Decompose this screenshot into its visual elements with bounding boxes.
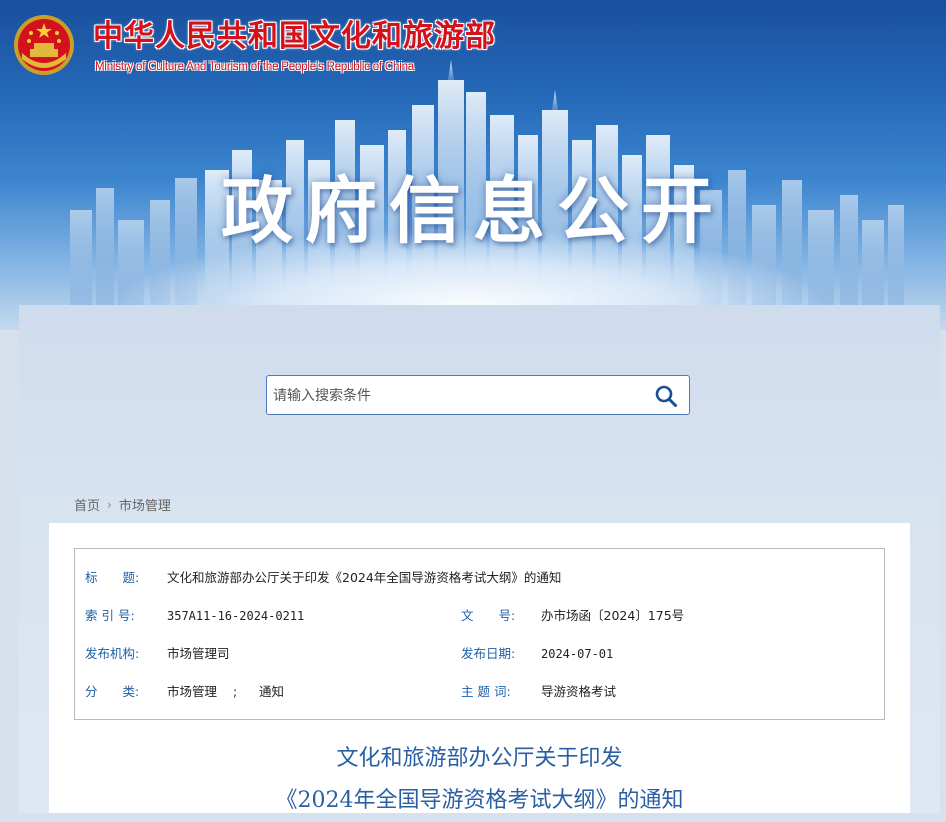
meta-title-value: 文化和旅游部办公厅关于印发《2024年全国导游资格考试大纲》的通知 [167, 570, 562, 585]
meta-org-label: 发布机构: [85, 646, 140, 661]
meta-org-value: 市场管理司 [167, 646, 230, 661]
meta-category-label: 分 类: [85, 684, 140, 699]
meta-row-org: 发布机构: 市场管理司 发布日期: 2024-07-01 [75, 644, 884, 664]
meta-title-label: 标 题: [85, 570, 140, 585]
meta-row-index: 索 引 号: 357A11-16-2024-0211 文 号: 办市场函〔202… [75, 606, 884, 626]
meta-date-value: 2024-07-01 [541, 647, 614, 661]
meta-category-value-2: 通知 [259, 684, 285, 699]
document-title-line-2: 《2024年全国导游资格考试大纲》的通知 [275, 788, 684, 813]
breadcrumb: 首页 › 市场管理 [74, 495, 171, 515]
search-button[interactable] [651, 381, 681, 411]
national-emblem-icon [14, 15, 74, 75]
meta-index-label: 索 引 号: [85, 608, 135, 623]
site-subtitle-en: Ministry of Culture And Tourism of the P… [95, 61, 414, 73]
meta-topic-value: 导游资格考试 [541, 684, 617, 699]
meta-docno-label: 文 号: [461, 608, 516, 623]
meta-row-category: 分 类: 市场管理 ; 通知 主 题 词: 导游资格考试 [75, 682, 884, 702]
meta-category-separator: ; [233, 684, 238, 699]
meta-index-value: 357A11-16-2024-0211 [167, 609, 305, 623]
meta-date-label: 发布日期: [461, 646, 516, 661]
search-input[interactable] [271, 376, 635, 416]
header-banner: 中华人民共和国文化和旅游部 Ministry of Culture And To… [0, 0, 946, 330]
meta-topic-label: 主 题 词: [461, 684, 511, 699]
hero-title: 政府信息公开 [220, 169, 725, 253]
breadcrumb-home[interactable]: 首页 [74, 495, 100, 514]
search-box [266, 375, 690, 416]
document-meta-table: 标 题: 文化和旅游部办公厅关于印发《2024年全国导游资格考试大纲》的通知 索… [74, 548, 885, 720]
meta-category-value-1: 市场管理 [167, 684, 218, 699]
site-title[interactable]: 中华人民共和国文化和旅游部 [93, 20, 496, 54]
chevron-right-icon: › [107, 497, 112, 512]
breadcrumb-current[interactable]: 市场管理 [119, 495, 171, 514]
document-title: 文化和旅游部办公厅关于印发 《2024年全国导游资格考试大纲》的通知 [49, 738, 910, 822]
document-title-line-1: 文化和旅游部办公厅关于印发 [336, 746, 623, 771]
meta-row-title: 标 题: 文化和旅游部办公厅关于印发《2024年全国导游资格考试大纲》的通知 [75, 568, 884, 588]
meta-docno-value: 办市场函〔2024〕175号 [541, 608, 685, 623]
search-icon [655, 385, 677, 407]
